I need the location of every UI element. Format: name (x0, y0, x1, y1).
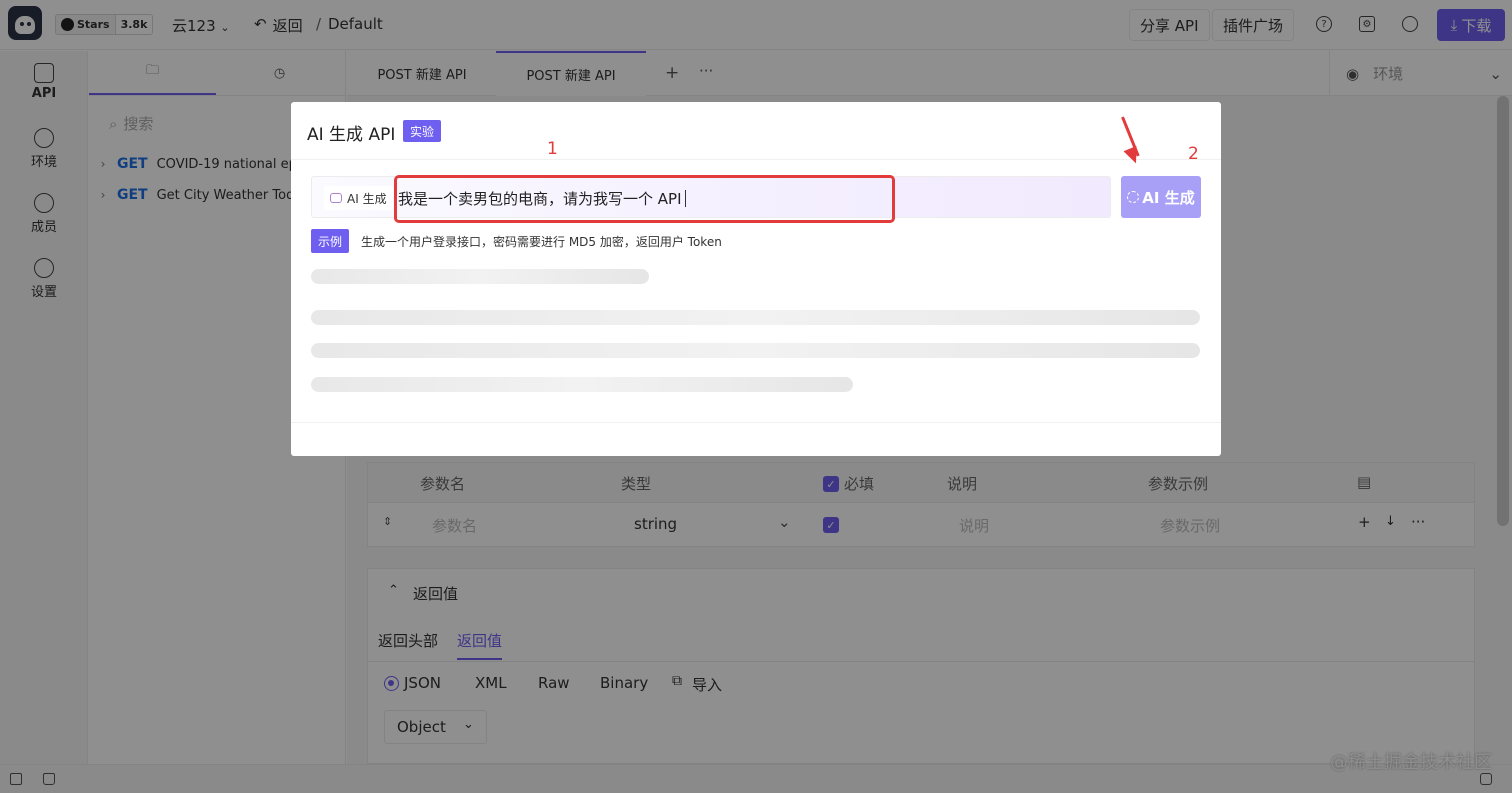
annotation-highlight-box (394, 175, 895, 223)
loading-skeleton (311, 310, 1200, 325)
experimental-badge: 实验 (403, 120, 442, 142)
ai-generate-button[interactable]: AI 生成 (1121, 176, 1201, 218)
example-tag: 示例 (311, 229, 350, 253)
ai-prefix-label: AI 生成 (347, 191, 387, 206)
annotation-number: 2 (1188, 144, 1199, 164)
ai-generate-label: AI 生成 (1142, 188, 1195, 207)
loading-spinner-icon (1127, 191, 1140, 203)
ai-generate-modal: AI 生成 API 实验 AI 生成 我是一个卖男包的电商，请为我写一个 API… (291, 102, 1221, 456)
modal-title: AI 生成 API (307, 125, 396, 145)
example-prompt[interactable]: 生成一个用户登录接口，密码需要进行 MD5 加密，返回用户 Token (361, 233, 722, 250)
robot-icon (330, 193, 342, 203)
annotation-number: 1 (547, 139, 558, 159)
loading-skeleton (311, 269, 649, 284)
loading-skeleton (311, 377, 853, 392)
ai-prefix: AI 生成 (324, 186, 393, 210)
loading-skeleton (311, 343, 1200, 358)
